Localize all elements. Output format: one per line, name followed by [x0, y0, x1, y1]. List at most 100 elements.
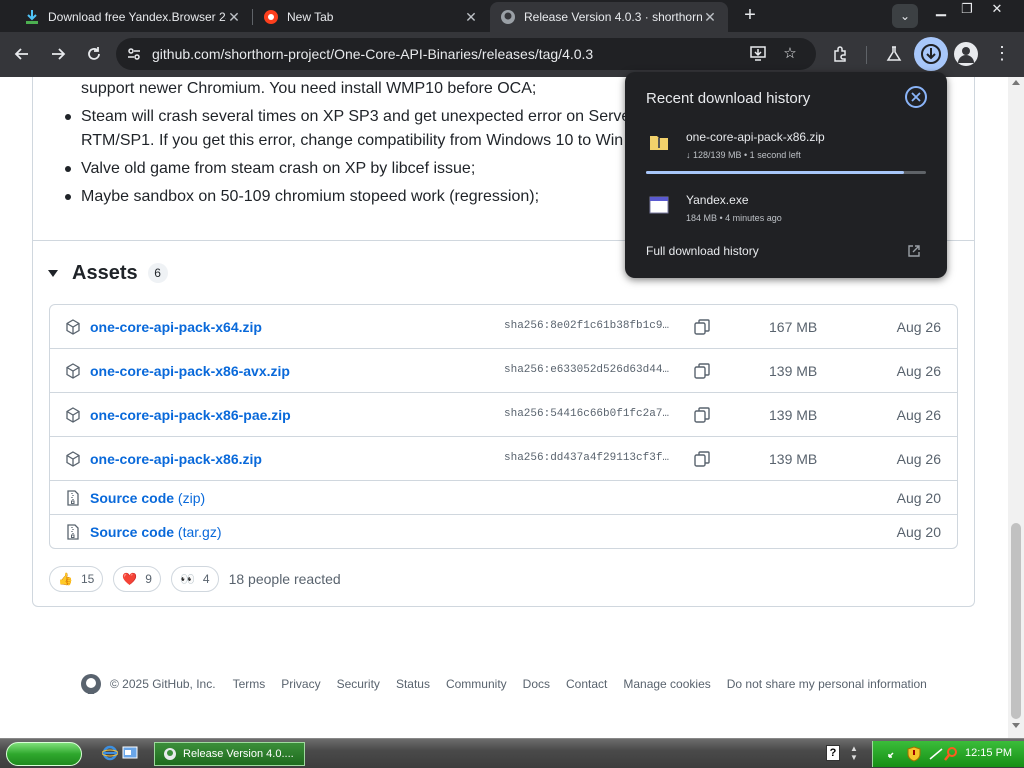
asset-sha256: sha256:54416c66b0f1fc2a7… — [504, 408, 670, 420]
reaction-emoji: 👀 — [179, 572, 195, 586]
taskbar-window-button[interactable]: Release Version 4.0.... — [154, 742, 305, 766]
footer-link[interactable]: Manage cookies — [623, 677, 710, 691]
footer-link[interactable]: Security — [337, 677, 380, 691]
copy-icon[interactable] — [693, 450, 711, 468]
asset-row: one-core-api-pack-x86-avx.zip sha256:e633… — [50, 349, 957, 393]
reaction-emoji: 👍 — [58, 572, 73, 586]
open-external-icon[interactable] — [907, 244, 921, 258]
download-history-popup: Recent download history one-core-api-pac… — [625, 72, 947, 278]
reactions-bar: 👍 15 ❤️ 9 👀 4 18 people reacted — [49, 566, 341, 592]
profile-avatar-icon[interactable] — [954, 42, 978, 66]
footer-link[interactable]: Status — [396, 677, 430, 691]
tab-title: Download free Yandex.Browser 24 — [48, 10, 226, 24]
footer-link[interactable]: Terms — [233, 677, 266, 691]
asset-row: one-core-api-pack-x86-pae.zip sha256:5441… — [50, 393, 957, 437]
start-button[interactable] — [6, 742, 82, 766]
bookmark-star-icon[interactable]: ☆ — [780, 44, 800, 64]
bullet — [65, 194, 71, 200]
security-shield-icon[interactable] — [907, 746, 921, 762]
footer-link[interactable]: Docs — [523, 677, 550, 691]
network-arrows-icon[interactable] — [887, 747, 901, 761]
source-code-link[interactable]: Source code (zip) — [90, 490, 205, 506]
exe-window-icon — [649, 196, 669, 214]
language-arrows-icon[interactable]: ▲ ▼ — [850, 744, 858, 762]
assets-header[interactable]: Assets 6 — [48, 261, 168, 285]
tab-strip: Download free Yandex.Browser 24 ✕ New Ta… — [0, 0, 1024, 32]
download-progress-bar — [646, 171, 926, 174]
site-settings-icon[interactable] — [126, 46, 142, 62]
full-download-history-link[interactable]: Full download history — [646, 244, 759, 258]
collapse-triangle-icon[interactable] — [48, 269, 58, 277]
reload-button[interactable] — [80, 40, 108, 68]
new-tab-button[interactable]: + — [738, 4, 762, 28]
assets-title: Assets — [72, 261, 138, 284]
reaction-button[interactable]: ❤️ 9 — [113, 566, 161, 592]
scroll-down-arrow[interactable] — [1012, 723, 1020, 728]
asset-date: Aug 26 — [896, 319, 941, 335]
close-icon — [911, 92, 921, 102]
footer-link[interactable]: Privacy — [281, 677, 320, 691]
footer-link[interactable]: Contact — [566, 677, 607, 691]
internet-explorer-icon[interactable] — [102, 745, 118, 761]
page-scrollbar[interactable] — [1008, 77, 1024, 738]
install-app-icon[interactable] — [748, 44, 768, 64]
footer-link[interactable]: Do not share my personal information — [727, 677, 927, 691]
browser-menu-icon[interactable]: ⋮ — [992, 42, 1012, 66]
download-item[interactable]: Yandex.exe 184 MB • 4 minutes ago — [625, 193, 947, 237]
source-code-link[interactable]: Source code (tar.gz) — [90, 524, 222, 540]
copy-icon[interactable] — [693, 318, 711, 336]
help-icon[interactable]: ? — [826, 745, 840, 761]
back-button[interactable] — [8, 40, 36, 68]
package-icon — [66, 363, 80, 379]
download-file-name: Yandex.exe — [686, 193, 749, 207]
page-footer: © 2025 GitHub, Inc. Terms Privacy Security… — [80, 673, 943, 695]
close-popup-button[interactable] — [905, 86, 927, 108]
tab-yandex-download[interactable]: Download free Yandex.Browser 24 ✕ — [14, 2, 252, 32]
network-icon[interactable] — [929, 747, 943, 761]
tab-release[interactable]: Release Version 4.0.3 · shorthorn- ✕ — [490, 2, 728, 32]
tab-new-tab[interactable]: New Tab ✕ — [253, 2, 489, 32]
reaction-button[interactable]: 👍 15 — [49, 566, 104, 592]
scroll-up-arrow[interactable] — [1012, 80, 1020, 85]
asset-size: 139 MB — [769, 451, 818, 467]
reaction-button[interactable]: 👀 4 — [170, 566, 219, 592]
windows-taskbar: Release Version 4.0.... ? ▲ ▼ 12:15 PM — [0, 738, 1024, 768]
asset-download-link[interactable]: one-core-api-pack-x86-pae.zip — [90, 407, 291, 423]
forward-button[interactable] — [44, 40, 72, 68]
asset-download-link[interactable]: one-core-api-pack-x64.zip — [90, 319, 262, 335]
scroll-thumb[interactable] — [1011, 523, 1021, 719]
labs-flask-icon[interactable] — [880, 40, 908, 68]
note-line: Steam will crash several times on XP SP3… — [65, 104, 630, 130]
url-text[interactable]: github.com/shorthorn-project/One-Core-AP… — [152, 46, 593, 62]
close-tab-icon[interactable]: ✕ — [463, 9, 479, 26]
restore-button[interactable]: ❐ — [954, 0, 980, 20]
extensions-icon[interactable] — [826, 40, 854, 68]
copy-icon[interactable] — [693, 362, 711, 380]
download-file-name: one-core-api-pack-x86.zip — [686, 130, 825, 144]
address-bar[interactable]: github.com/shorthorn-project/One-Core-AP… — [116, 38, 816, 70]
asset-download-link[interactable]: one-core-api-pack-x86.zip — [90, 451, 262, 467]
package-icon — [66, 407, 80, 423]
close-tab-icon[interactable]: ✕ — [702, 9, 718, 26]
search-tray-icon[interactable] — [943, 746, 959, 762]
download-status: 184 MB • 4 minutes ago — [686, 213, 782, 223]
taskbar-window-title: Release Version 4.0.... — [183, 748, 294, 760]
tab-search-button[interactable]: ⌄ — [892, 4, 918, 28]
reaction-emoji: ❤️ — [122, 572, 138, 586]
asset-date: Aug 26 — [896, 363, 941, 379]
yandex-icon — [264, 10, 278, 24]
asset-date: Aug 20 — [896, 490, 941, 506]
asset-row: one-core-api-pack-x86.zip sha256:dd437a4f… — [50, 437, 957, 481]
close-window-button[interactable]: ✕ — [984, 0, 1010, 20]
copy-icon[interactable] — [693, 406, 711, 424]
download-item[interactable]: one-core-api-pack-x86.zip ↓ 128/139 MB •… — [625, 130, 947, 174]
asset-download-link[interactable]: one-core-api-pack-x86-avx.zip — [90, 363, 290, 379]
github-logo-icon[interactable] — [80, 673, 102, 695]
close-tab-icon[interactable]: ✕ — [226, 9, 242, 26]
footer-link[interactable]: Community — [446, 677, 507, 691]
bullet — [65, 114, 71, 120]
minimize-button[interactable]: ▁ — [928, 0, 954, 20]
show-desktop-icon[interactable] — [122, 745, 138, 761]
assets-count-badge: 6 — [147, 263, 168, 283]
downloads-button[interactable] — [914, 37, 948, 71]
